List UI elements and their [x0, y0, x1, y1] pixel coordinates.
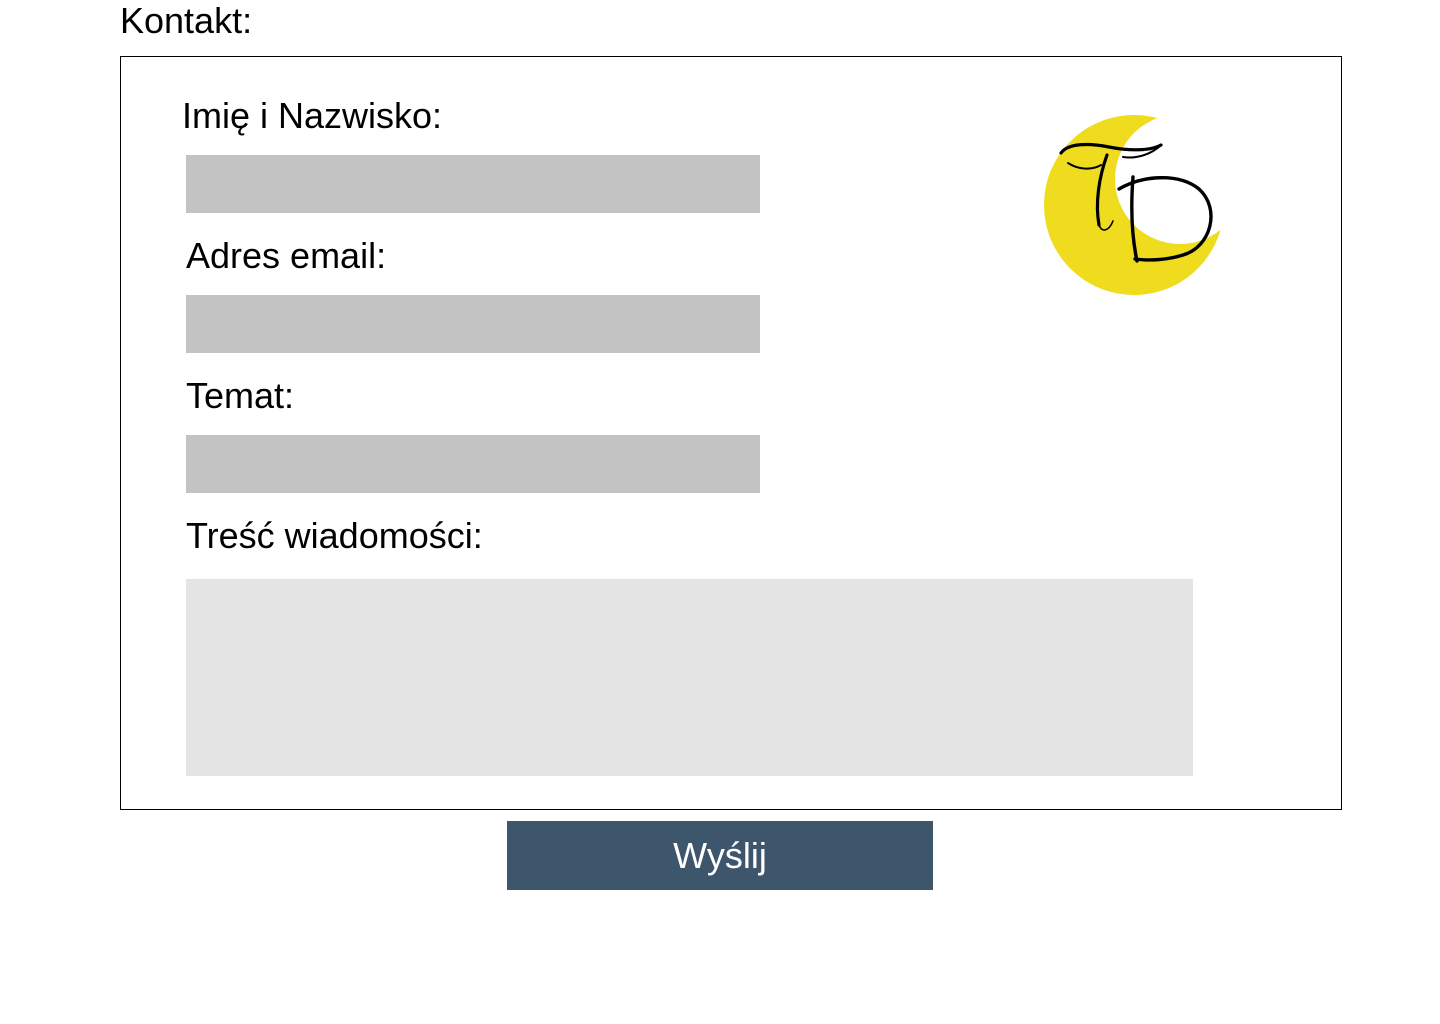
- contact-form-panel: Imię i Nazwisko: Adres email: Temat: Tre…: [120, 56, 1342, 810]
- td-moon-logo-icon: [1043, 113, 1225, 297]
- name-label: Imię i Nazwisko:: [182, 95, 443, 136]
- email-input[interactable]: [186, 295, 760, 353]
- message-textarea[interactable]: [186, 579, 1193, 776]
- section-title: Kontakt:: [120, 0, 253, 41]
- subject-input[interactable]: [186, 435, 760, 493]
- name-input[interactable]: [186, 155, 760, 213]
- message-label: Treść wiadomości:: [186, 515, 483, 556]
- email-label: Adres email:: [186, 235, 387, 276]
- subject-label: Temat:: [186, 375, 295, 416]
- send-button[interactable]: Wyślij: [507, 821, 933, 890]
